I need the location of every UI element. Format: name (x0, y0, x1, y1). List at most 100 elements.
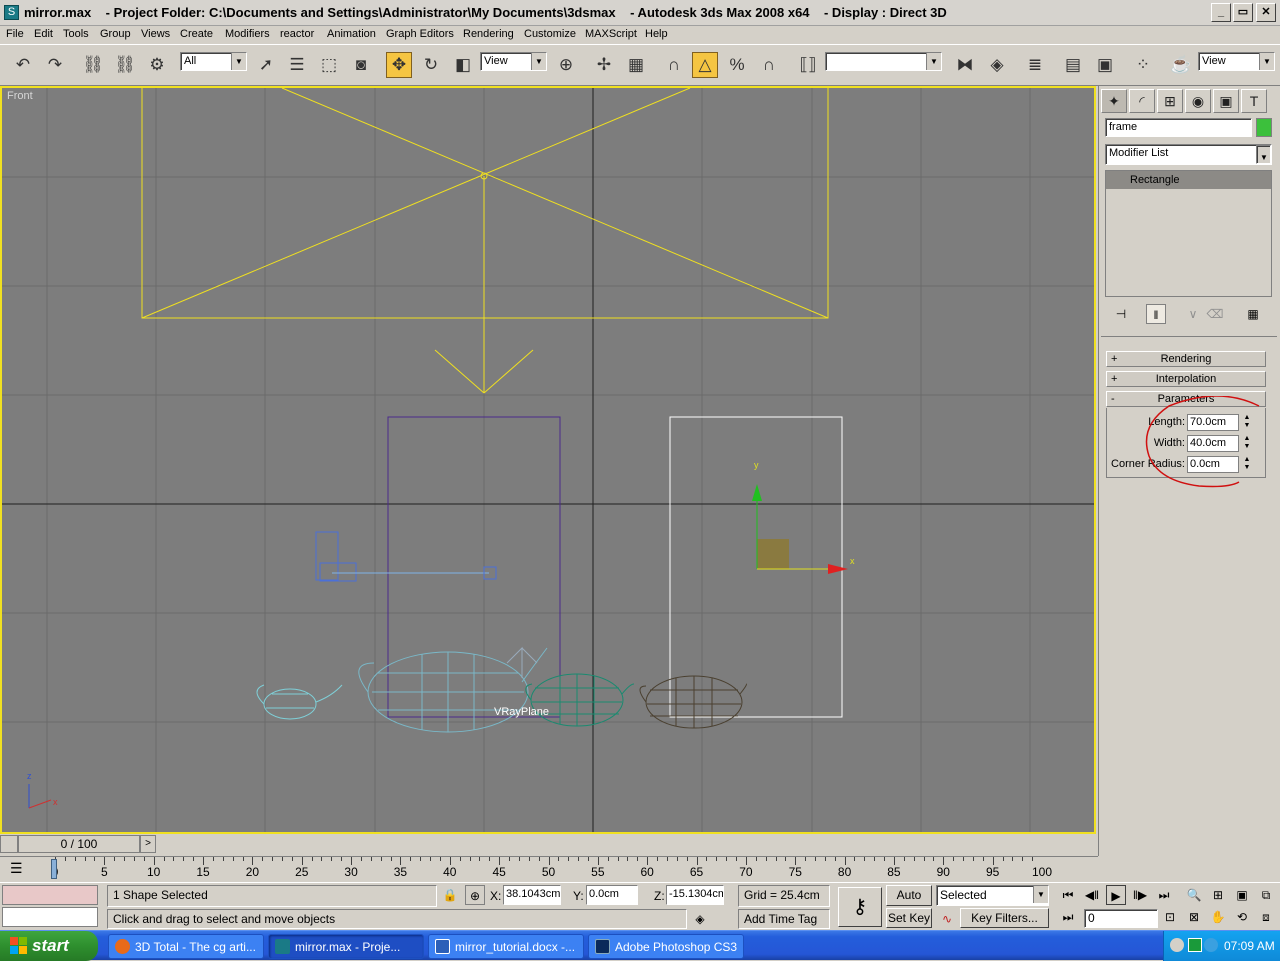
render-view-dropdown[interactable]: View ▼ (1198, 52, 1275, 71)
time-slider-left[interactable] (0, 835, 18, 853)
object-color-swatch[interactable] (1256, 118, 1272, 137)
menu-modifiers[interactable]: Modifiers (225, 28, 270, 40)
vray-light[interactable] (315, 531, 497, 582)
default-tangents-icon[interactable]: ∿ (937, 909, 957, 929)
task-3dsmax[interactable]: mirror.max - Proje... (268, 934, 424, 959)
rect-selection-icon[interactable]: ⬚ (316, 52, 342, 78)
display-tab-icon[interactable]: ▣ (1213, 89, 1239, 113)
time-tag-icon[interactable]: ◈ (690, 909, 710, 929)
create-tab-icon[interactable]: ✦ (1101, 89, 1127, 113)
tray-arrow-icon[interactable] (1170, 938, 1184, 952)
select-object-icon[interactable]: ➚ (253, 52, 279, 78)
curve-editor-icon[interactable]: ▤ (1060, 52, 1086, 78)
y-coord-input[interactable]: 0.0cm (586, 885, 638, 905)
menu-tools[interactable]: Tools (63, 28, 89, 40)
align-icon[interactable]: ◈ (984, 52, 1010, 78)
spinner-snap-icon[interactable]: ∩ (756, 52, 782, 78)
tray-app-icon[interactable] (1188, 938, 1202, 952)
close-button[interactable]: ✕ (1256, 3, 1276, 22)
go-to-start-icon[interactable]: ⏮ (1058, 885, 1078, 905)
remove-modifier-icon[interactable]: ⌫ (1205, 304, 1225, 324)
front-viewport[interactable]: Front y x VRayPlane z x (0, 86, 1096, 834)
play-icon[interactable]: ▶ (1106, 885, 1126, 905)
set-key-button[interactable]: Set Key (886, 908, 932, 928)
teapot-large[interactable] (358, 646, 548, 733)
maxscript-listener-white[interactable] (2, 907, 98, 927)
previous-frame-icon[interactable]: ◀‖ (1082, 885, 1102, 905)
select-manipulate-icon[interactable]: ✢ (591, 52, 617, 78)
time-slider-next-icon[interactable]: > (140, 835, 156, 853)
pivot-center-icon[interactable]: ⊕ (553, 52, 579, 78)
menu-create[interactable]: Create (180, 28, 213, 40)
time-slider-thumb[interactable]: 0 / 100 (18, 835, 140, 853)
go-to-end-icon[interactable]: ⏭ (1154, 885, 1174, 905)
key-filters-button[interactable]: Key Filters... (960, 908, 1049, 928)
select-link-icon[interactable]: ⛓ (80, 52, 106, 78)
tray-network-icon[interactable] (1204, 938, 1218, 952)
app-icon[interactable]: S (4, 5, 19, 20)
selection-filter-dropdown[interactable]: All ▼ (180, 52, 247, 71)
add-time-tag[interactable]: Add Time Tag (738, 909, 830, 929)
menu-reactor[interactable]: reactor (280, 28, 314, 40)
stack-item-rectangle[interactable]: Rectangle (1106, 171, 1271, 189)
menu-maxscript[interactable]: MAXScript (585, 28, 637, 40)
minimize-button[interactable]: _ (1211, 3, 1231, 22)
unlink-icon[interactable]: ⛓ (112, 52, 138, 78)
menu-file[interactable]: File (6, 28, 24, 40)
render-scene-icon[interactable]: ☕ (1168, 52, 1194, 78)
menu-group[interactable]: Group (100, 28, 131, 40)
motion-tab-icon[interactable]: ◉ (1185, 89, 1211, 113)
named-selection-dropdown[interactable]: ▼ (825, 52, 942, 71)
track-bar[interactable]: ☰ 05101520253035404550556065707580859095… (0, 856, 1098, 882)
maximize-viewport-icon[interactable]: ⧈ (1256, 907, 1276, 927)
select-and-scale-icon[interactable]: ◧ (450, 52, 476, 78)
task-firefox[interactable]: 3D Total - The cg arti... (108, 934, 264, 959)
zoom-extents-all-icon[interactable]: ⧉ (1256, 885, 1276, 905)
mirror-icon[interactable]: ⧓ (952, 52, 978, 78)
z-coord-input[interactable]: -15.1304cm (666, 885, 724, 905)
select-by-name-icon[interactable]: ☰ (284, 52, 310, 78)
make-unique-icon[interactable]: ∨ (1183, 304, 1203, 324)
schematic-view-icon[interactable]: ▣ (1092, 52, 1118, 78)
menu-help[interactable]: Help (645, 28, 668, 40)
menu-graph-editors[interactable]: Graph Editors (386, 28, 454, 40)
angle-snap-icon[interactable]: △ (692, 52, 718, 78)
menu-customize[interactable]: Customize (524, 28, 576, 40)
percent-snap-icon[interactable]: % (724, 52, 750, 78)
reference-coord-dropdown[interactable]: View ▼ (480, 52, 547, 71)
task-word[interactable]: mirror_tutorial.docx -... (428, 934, 584, 959)
modify-tab-icon[interactable]: ◜ (1129, 89, 1155, 113)
next-frame-icon[interactable]: ‖▶ (1130, 885, 1150, 905)
key-mode-toggle-icon[interactable]: ⏭ (1058, 907, 1078, 927)
maxscript-listener-pink[interactable] (2, 885, 98, 905)
show-end-result-icon[interactable]: ‖ (1146, 304, 1166, 324)
rollout-rendering[interactable]: + Rendering (1106, 351, 1266, 367)
snaps-toggle-icon[interactable]: ∩ (661, 52, 687, 78)
key-mode-dropdown[interactable]: Selected ▼ (936, 885, 1049, 906)
modifier-list-dropdown[interactable]: Modifier List ▼ (1105, 144, 1272, 165)
zoom-icon[interactable]: 🔍 (1184, 885, 1204, 905)
lock-selection-icon[interactable]: 🔒 (440, 885, 460, 905)
keyboard-shortcut-icon[interactable]: ▦ (623, 52, 649, 78)
select-and-move-icon[interactable]: ✥ (386, 52, 412, 78)
start-button[interactable]: start (0, 931, 98, 961)
camera-wireframe[interactable] (141, 88, 829, 394)
hierarchy-tab-icon[interactable]: ⊞ (1157, 89, 1183, 113)
pin-stack-icon[interactable]: ⊣ (1111, 304, 1131, 324)
layer-manager-icon[interactable]: ≣ (1022, 52, 1048, 78)
menu-animation[interactable]: Animation (327, 28, 376, 40)
pan-icon[interactable]: ✋ (1208, 907, 1228, 927)
teapot-small[interactable] (256, 684, 343, 720)
region-zoom-icon[interactable]: ⊠ (1184, 907, 1204, 927)
modifier-stack[interactable]: Rectangle (1105, 170, 1272, 297)
menu-views[interactable]: Views (141, 28, 170, 40)
teapot-green[interactable] (525, 673, 635, 727)
x-coord-input[interactable]: 38.1043cm (503, 885, 561, 905)
undo-icon[interactable]: ↶ (10, 52, 36, 78)
edit-named-selection-icon[interactable]: ⟦⟧ (795, 52, 821, 78)
task-photoshop[interactable]: Adobe Photoshop CS3 (588, 934, 744, 959)
move-gizmo[interactable]: y x (752, 460, 855, 574)
select-and-rotate-icon[interactable]: ↻ (418, 52, 444, 78)
utilities-tab-icon[interactable]: T (1241, 89, 1267, 113)
bind-space-warp-icon[interactable]: ⚙ (144, 52, 170, 78)
